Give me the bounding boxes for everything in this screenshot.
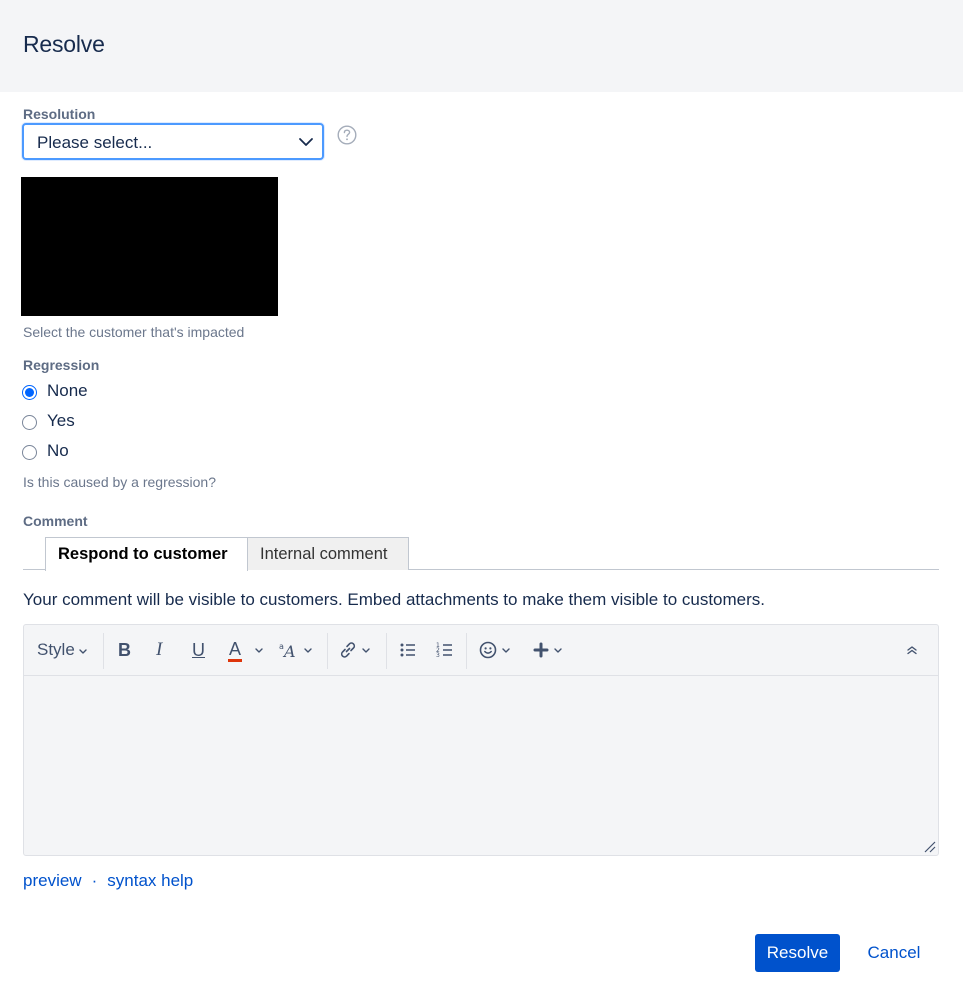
- toolbar-separator: [466, 633, 467, 669]
- chevron-down-icon: [304, 648, 312, 653]
- chevron-down-icon: [554, 648, 562, 653]
- chevron-down-icon: [79, 649, 87, 654]
- link-dropdown[interactable]: [337, 625, 372, 675]
- tab-internal-comment[interactable]: Internal comment: [247, 537, 409, 570]
- toolbar-separator: [103, 633, 104, 669]
- toolbar-separator: [327, 633, 328, 669]
- svg-text:A: A: [282, 642, 296, 660]
- italic-button[interactable]: I: [156, 625, 162, 675]
- text-size-icon: a A: [279, 642, 296, 660]
- resolution-select[interactable]: Please select...: [22, 123, 324, 160]
- plus-icon: [533, 642, 549, 658]
- radio-label: None: [47, 381, 88, 400]
- style-label: Style: [37, 640, 75, 659]
- radio-button[interactable]: [22, 415, 37, 430]
- resolution-selected-value: Please select...: [37, 133, 153, 152]
- bullet-list-icon: [400, 643, 415, 657]
- toolbar-separator: [386, 633, 387, 669]
- text-color-icon: A: [228, 639, 243, 662]
- bold-button[interactable]: B: [118, 625, 131, 675]
- resolution-label: Resolution: [23, 106, 96, 122]
- collapse-icon: [907, 646, 917, 655]
- editor-links: preview · syntax help: [23, 871, 193, 891]
- preview-link[interactable]: preview: [23, 871, 82, 890]
- collapse-toolbar-button[interactable]: [905, 625, 919, 675]
- resolve-button[interactable]: Resolve: [755, 934, 840, 972]
- text-size-dropdown[interactable]: a A: [279, 625, 314, 675]
- text-color-dropdown[interactable]: A: [228, 625, 265, 675]
- emoji-icon: [479, 641, 497, 659]
- radio-label: Yes: [47, 411, 75, 430]
- chevron-down-icon: [502, 648, 510, 653]
- radio-button[interactable]: [22, 385, 37, 400]
- bullet-list-button[interactable]: [398, 625, 418, 675]
- editor-toolbar: Style B I U A a A 1 2 3: [24, 625, 938, 676]
- emoji-dropdown[interactable]: [478, 625, 512, 675]
- customer-description: Select the customer that's impacted: [23, 324, 245, 340]
- radio-button[interactable]: [22, 445, 37, 460]
- radio-label: No: [47, 441, 69, 460]
- link-icon: [340, 642, 356, 658]
- chevron-down-icon: [362, 648, 370, 653]
- question-circle-icon[interactable]: [337, 125, 357, 145]
- resolve-dialog: Resolve Resolution Please select... Sele…: [0, 0, 963, 999]
- link-separator: ·: [91, 871, 98, 890]
- tab-respond-to-customer[interactable]: Respond to customer: [45, 537, 248, 571]
- insert-dropdown[interactable]: [532, 625, 564, 675]
- dialog-title: Resolve: [23, 31, 105, 57]
- syntax-help-link[interactable]: syntax help: [107, 871, 193, 890]
- comment-label: Comment: [23, 513, 88, 529]
- chevron-down-icon: [255, 648, 263, 653]
- cancel-button[interactable]: Cancel: [853, 934, 935, 972]
- regression-description: Is this caused by a regression?: [23, 474, 216, 490]
- numbered-list-button[interactable]: 1 2 3: [435, 625, 455, 675]
- dialog-header: Resolve: [0, 0, 963, 92]
- comment-editor[interactable]: Style B I U A a A 1 2 3: [23, 624, 939, 856]
- numbered-list-icon: 1 2 3: [436, 642, 452, 659]
- visibility-note: Your comment will be visible to customer…: [23, 590, 766, 609]
- style-dropdown[interactable]: Style: [37, 625, 89, 675]
- underline-button[interactable]: U: [192, 625, 205, 675]
- svg-text:3: 3: [436, 652, 440, 659]
- regression-label: Regression: [23, 357, 100, 373]
- resize-handle-icon[interactable]: [922, 839, 936, 853]
- customer-field-redacted: [21, 177, 278, 316]
- chevron-down-icon: [299, 138, 313, 146]
